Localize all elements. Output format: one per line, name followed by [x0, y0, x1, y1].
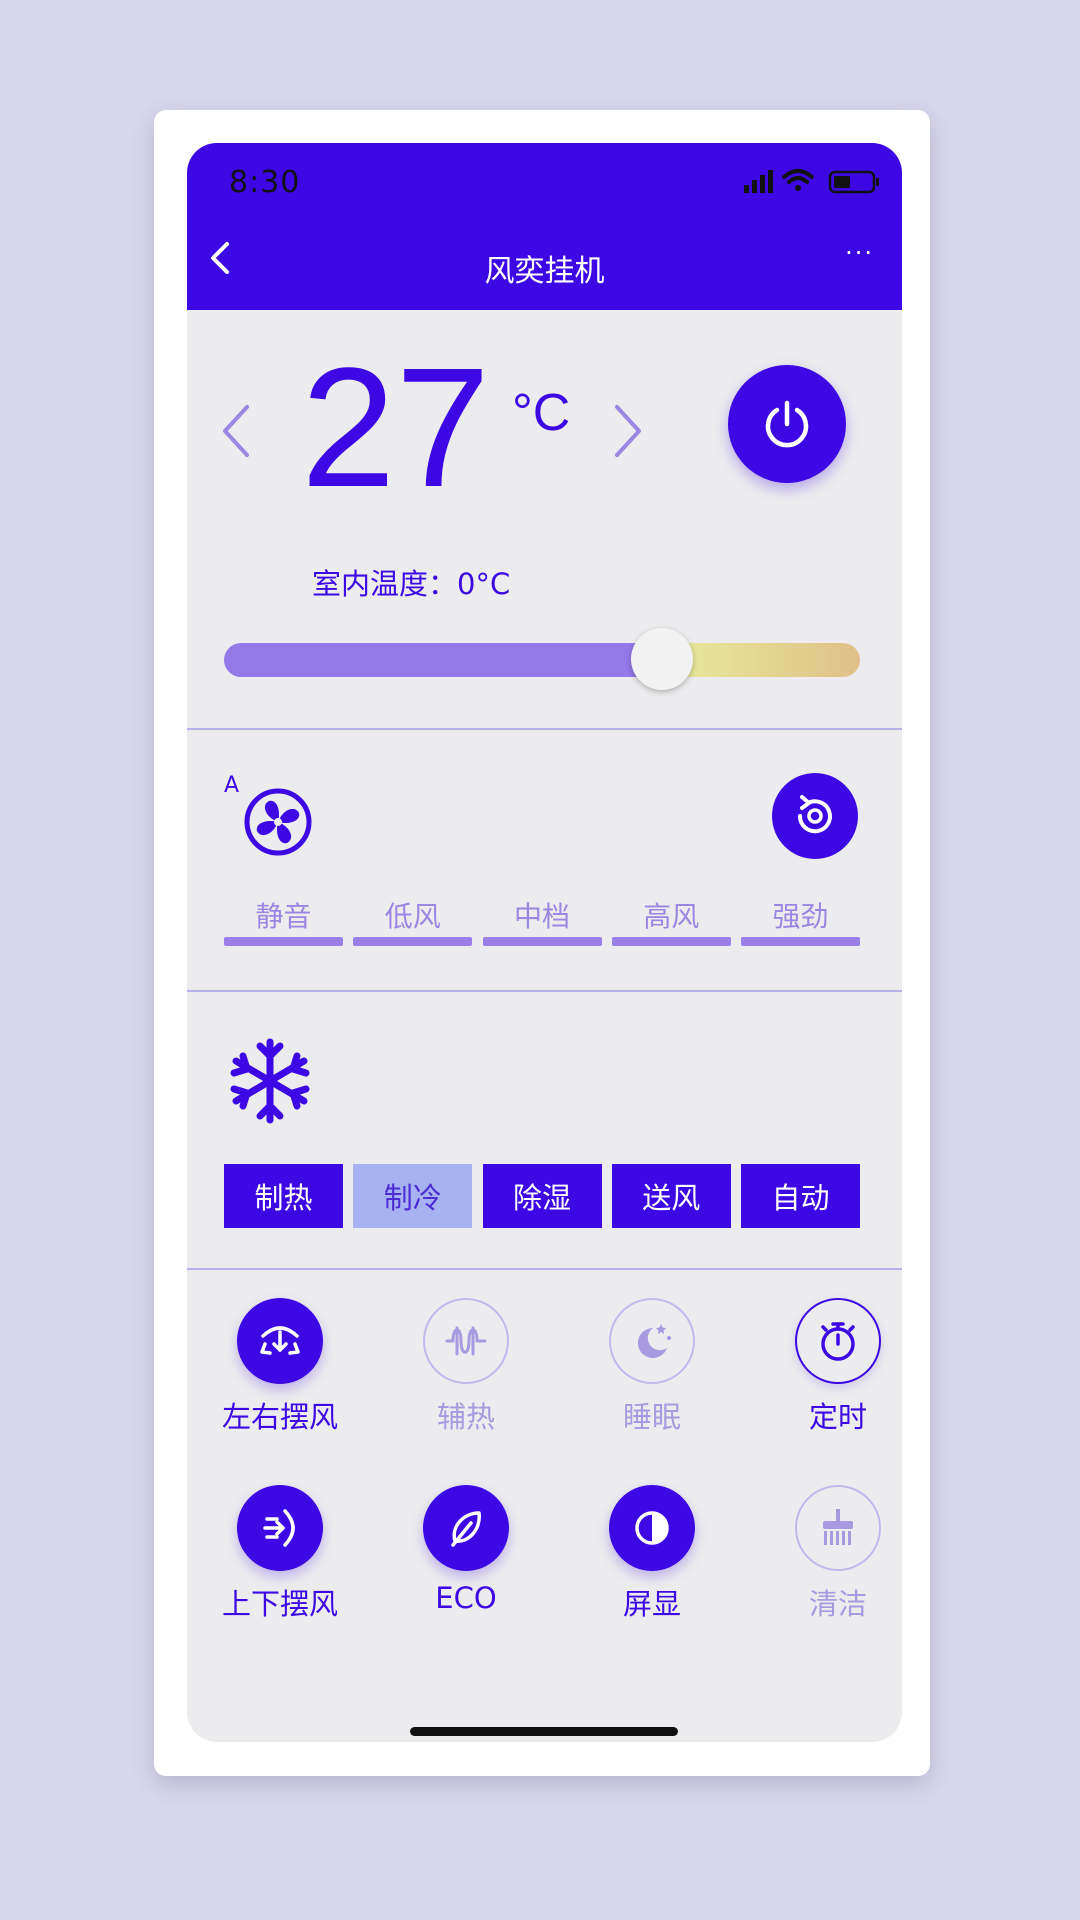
fan-speed-bar [353, 937, 473, 946]
signal-icon [744, 170, 773, 193]
fan-speed-label: 高风 [643, 900, 700, 933]
power-button[interactable] [728, 365, 846, 483]
swing-horizontal-icon [237, 1298, 323, 1384]
temp-increase-arrow-icon[interactable] [607, 401, 647, 461]
status-time: 8:30 [229, 165, 301, 200]
fan-speed-label: 静音 [255, 900, 312, 933]
fan-speed-bar [741, 937, 860, 946]
function-label: 辅热 [436, 1400, 495, 1434]
rotate-icon [797, 795, 832, 834]
fan-speed-option[interactable]: 中档 [482, 895, 602, 946]
mode-heat-button[interactable]: 制热 [224, 1164, 343, 1228]
fan-speed-bar [482, 937, 602, 946]
home-indicator [410, 1727, 678, 1736]
mode-auto-button[interactable]: 自动 [741, 1164, 860, 1228]
snowflake-icon [230, 1038, 310, 1124]
function-label: 睡眠 [622, 1400, 681, 1434]
temperature-slider-track[interactable] [224, 643, 860, 677]
fan-speed-option[interactable]: 高风 [611, 895, 731, 946]
mode-selector: 制热 制冷 除湿 送风 自动 [224, 1164, 860, 1228]
power-icon [765, 400, 809, 448]
fan-icon[interactable] [243, 787, 313, 857]
function-label: 上下摆风 [221, 1587, 338, 1621]
fan-speed-option[interactable]: 静音 [224, 895, 343, 946]
mode-dehumidify-button[interactable]: 除湿 [482, 1164, 602, 1228]
swing-vertical-icon [237, 1485, 323, 1571]
function-swing-vertical[interactable]: 上下摆风 [187, 1485, 373, 1623]
more-menu-button[interactable]: ··· [845, 239, 874, 267]
mode-fan-button[interactable]: 送风 [611, 1164, 731, 1228]
function-label: 定时 [808, 1400, 867, 1434]
function-sleep[interactable]: 睡眠 [559, 1298, 745, 1436]
fan-speed-selector: 静音 低风 中档 高风 强劲 [224, 895, 860, 946]
function-label: ECO [435, 1581, 497, 1615]
top-bar: 8:30 风奕挂机 ··· [187, 143, 902, 310]
eco-leaf-icon [423, 1485, 509, 1571]
temp-decrease-arrow-icon[interactable] [217, 401, 257, 461]
section-divider [187, 728, 902, 730]
fan-speed-label: 低风 [384, 900, 441, 933]
function-label: 左右摆风 [221, 1400, 338, 1434]
section-divider [187, 990, 902, 992]
fan-speed-bar [611, 937, 731, 946]
aux-heat-icon [423, 1298, 509, 1384]
phone-screen: 8:30 风奕挂机 ··· 27 °C 室内温度：0°C A 静音 低风 中档 … [187, 143, 902, 1742]
clean-brush-icon [795, 1485, 881, 1571]
function-label: 清洁 [808, 1587, 867, 1621]
function-clean[interactable]: 清洁 [745, 1485, 902, 1623]
sleep-moon-icon [609, 1298, 695, 1384]
fan-speed-label: 中档 [513, 900, 570, 933]
fan-speed-option[interactable]: 低风 [353, 895, 473, 946]
function-display[interactable]: 屏显 [559, 1485, 745, 1623]
function-eco[interactable]: ECO [373, 1485, 559, 1615]
temperature-slider-thumb[interactable] [631, 628, 693, 690]
fan-auto-label: A [224, 773, 240, 798]
section-divider [187, 1268, 902, 1270]
mode-cool-button[interactable]: 制冷 [353, 1164, 473, 1228]
function-label: 屏显 [622, 1587, 681, 1621]
battery-icon [828, 170, 879, 194]
fan-speed-label: 强劲 [772, 900, 829, 933]
function-aux-heat[interactable]: 辅热 [373, 1298, 559, 1436]
temperature-unit: °C [512, 384, 571, 442]
fan-rotate-button[interactable] [772, 773, 858, 859]
fan-speed-bar [224, 937, 343, 946]
function-timer[interactable]: 定时 [745, 1298, 902, 1436]
target-temperature: 27 [301, 333, 491, 523]
status-icons [744, 169, 879, 194]
function-swing-horizontal[interactable]: 左右摆风 [187, 1298, 373, 1436]
page-title: 风奕挂机 [484, 254, 605, 289]
timer-icon [795, 1298, 881, 1384]
wifi-icon [782, 169, 814, 191]
display-icon [609, 1485, 695, 1571]
fan-speed-option[interactable]: 强劲 [741, 895, 860, 946]
indoor-temperature: 室内温度：0°C [312, 567, 511, 601]
